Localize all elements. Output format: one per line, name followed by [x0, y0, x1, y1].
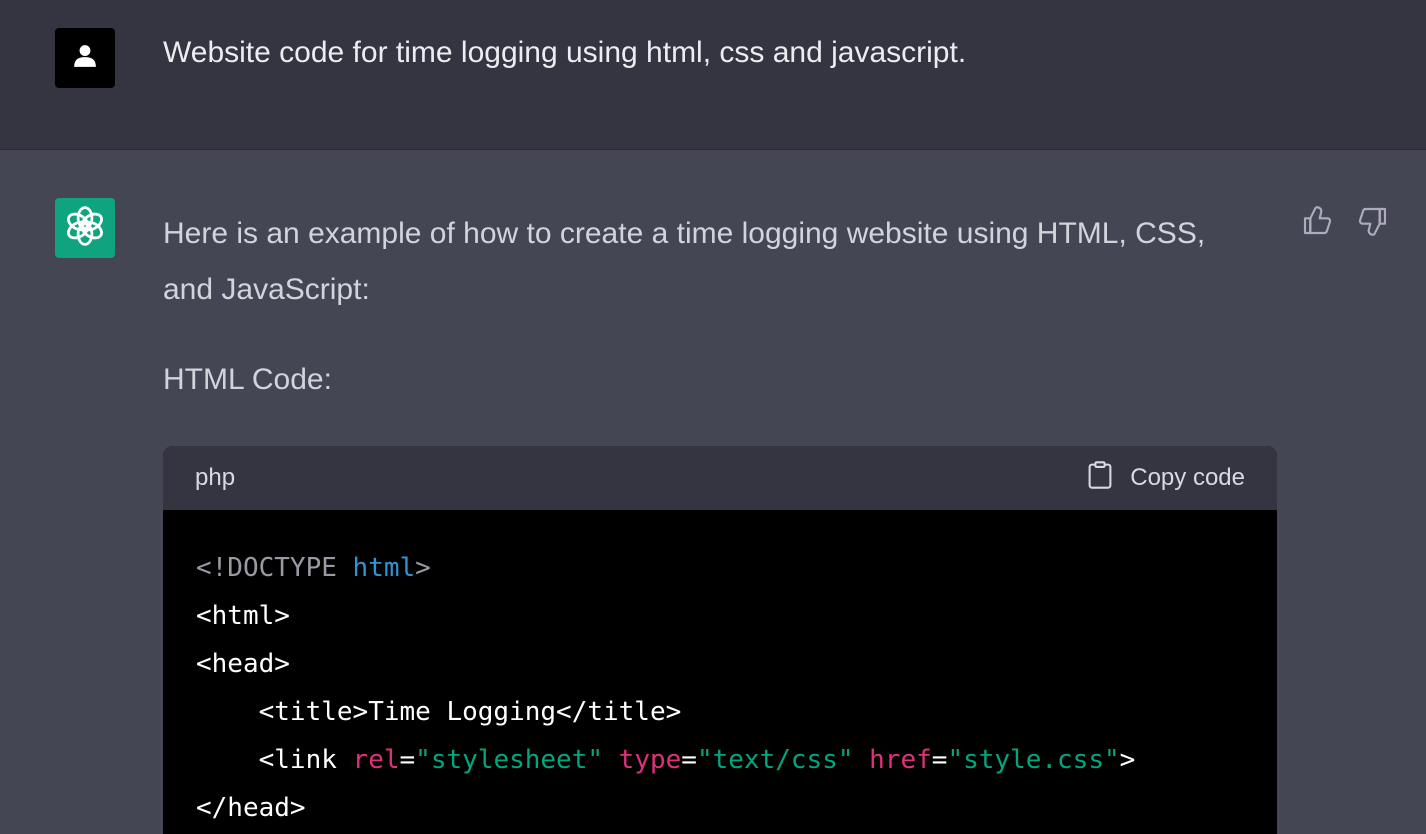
- code-token: <title>Time Logging</title>: [258, 697, 682, 727]
- code-line: </head>: [196, 784, 1244, 832]
- assistant-intro-text: Here is an example of how to create a ti…: [163, 217, 1206, 306]
- copy-code-label: Copy code: [1130, 464, 1245, 491]
- code-block-header: php Copy code: [163, 446, 1277, 510]
- copy-code-button[interactable]: Copy code: [1086, 460, 1245, 497]
- code-token: <html>: [196, 601, 290, 631]
- code-block: php Copy code <!DOCTYPE html> <html> <head…: [163, 446, 1277, 834]
- assistant-message-row: Here is an example of how to create a ti…: [0, 150, 1426, 834]
- code-token: type: [618, 745, 682, 775]
- user-message-row: Website code for time logging using html…: [0, 0, 1426, 150]
- thumbs-down-button[interactable]: [1356, 206, 1390, 240]
- user-message-text: Website code for time logging using html…: [163, 36, 967, 69]
- code-token: "text/css": [696, 745, 854, 775]
- assistant-avatar: [55, 198, 115, 258]
- user-icon: [72, 43, 98, 74]
- code-token: <head>: [196, 649, 290, 679]
- thumbs-up-icon: [1301, 205, 1333, 242]
- thumbs-down-icon: [1357, 205, 1389, 242]
- code-token: href: [869, 745, 932, 775]
- code-token: "stylesheet": [415, 745, 604, 775]
- code-token: >: [1119, 745, 1136, 775]
- code-token: =: [681, 745, 697, 775]
- clipboard-icon: [1086, 460, 1114, 497]
- code-token: =: [931, 745, 948, 775]
- code-line: <title>Time Logging</title>: [196, 688, 1244, 736]
- thumbs-up-button[interactable]: [1300, 205, 1334, 242]
- code-token: </head>: [196, 793, 306, 823]
- code-line: <head>: [196, 640, 1244, 688]
- code-line: <!DOCTYPE html>: [196, 544, 1244, 592]
- user-avatar: [55, 28, 115, 88]
- code-token: html: [352, 553, 416, 583]
- code-line: <link rel="stylesheet" type="text/css" h…: [196, 736, 1244, 784]
- code-content: <!DOCTYPE html> <html> <head> <title>Time …: [163, 510, 1277, 834]
- openai-logo-icon: [62, 203, 108, 254]
- code-language-label: php: [195, 464, 236, 491]
- code-token: >: [415, 553, 431, 583]
- code-token: "style.css": [947, 745, 1120, 775]
- code-token: <!DOCTYPE: [196, 553, 353, 583]
- code-token: <link: [258, 745, 353, 775]
- code-token: =: [399, 745, 416, 775]
- code-token: rel: [352, 745, 400, 775]
- code-line: <html>: [196, 592, 1244, 640]
- assistant-section-heading: HTML Code:: [163, 363, 332, 396]
